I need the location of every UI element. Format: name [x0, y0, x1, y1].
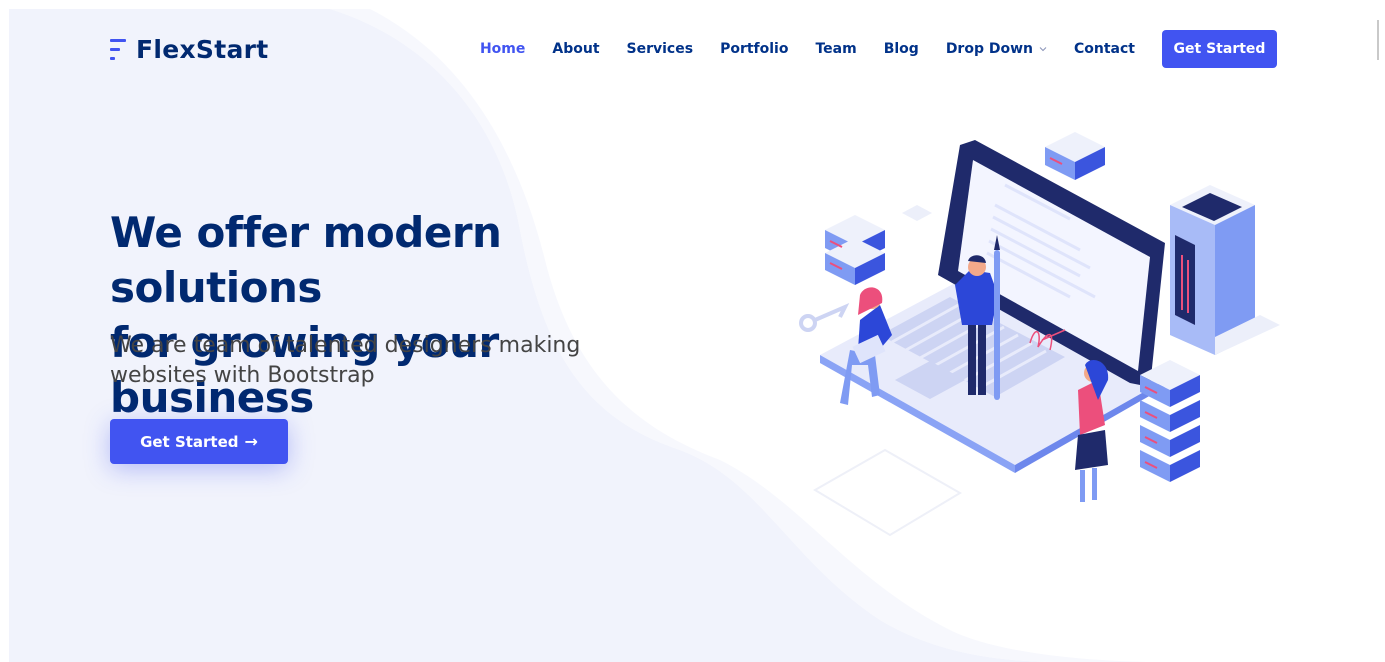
hero-get-started-button[interactable]: Get Started →: [110, 419, 288, 464]
nav-item-dropdown[interactable]: Drop Down: [946, 41, 1047, 57]
logo-text: FlexStart: [136, 34, 269, 64]
logo-icon: [110, 36, 128, 62]
hero-title: We offer modern solutions for growing yo…: [110, 205, 710, 425]
site-header: FlexStart Home About Services Portfolio …: [0, 9, 1376, 87]
nav-item-home[interactable]: Home: [480, 41, 525, 57]
hero-get-started-label: Get Started: [140, 432, 239, 451]
left-edge: [0, 0, 9, 662]
main-nav: Home About Services Portfolio Team Blog …: [480, 30, 1277, 68]
hero-subtitle: We are team of talented designers making…: [110, 333, 581, 388]
hero-title-line1: We offer modern solutions: [110, 208, 502, 312]
chevron-down-icon: [1039, 47, 1047, 52]
nav-item-dropdown-label: Drop Down: [945, 41, 1033, 57]
nav-item-portfolio[interactable]: Portfolio: [720, 41, 788, 57]
scrollbar-track[interactable]: [1376, 0, 1385, 662]
nav-item-about[interactable]: About: [552, 41, 599, 57]
nav-item-services[interactable]: Services: [627, 41, 694, 57]
logo[interactable]: FlexStart: [110, 33, 269, 65]
nav-item-contact[interactable]: Contact: [1074, 41, 1135, 57]
team-working-laptop-illustration: [799, 132, 1280, 537]
scrollbar-thumb[interactable]: [1377, 20, 1379, 60]
arrow-right-icon: →: [244, 432, 258, 451]
nav-item-blog[interactable]: Blog: [884, 41, 919, 57]
nav-item-team[interactable]: Team: [815, 41, 856, 57]
page: FlexStart Home About Services Portfolio …: [0, 0, 1385, 662]
header-get-started-button[interactable]: Get Started: [1162, 30, 1277, 68]
top-edge: [0, 0, 1385, 9]
